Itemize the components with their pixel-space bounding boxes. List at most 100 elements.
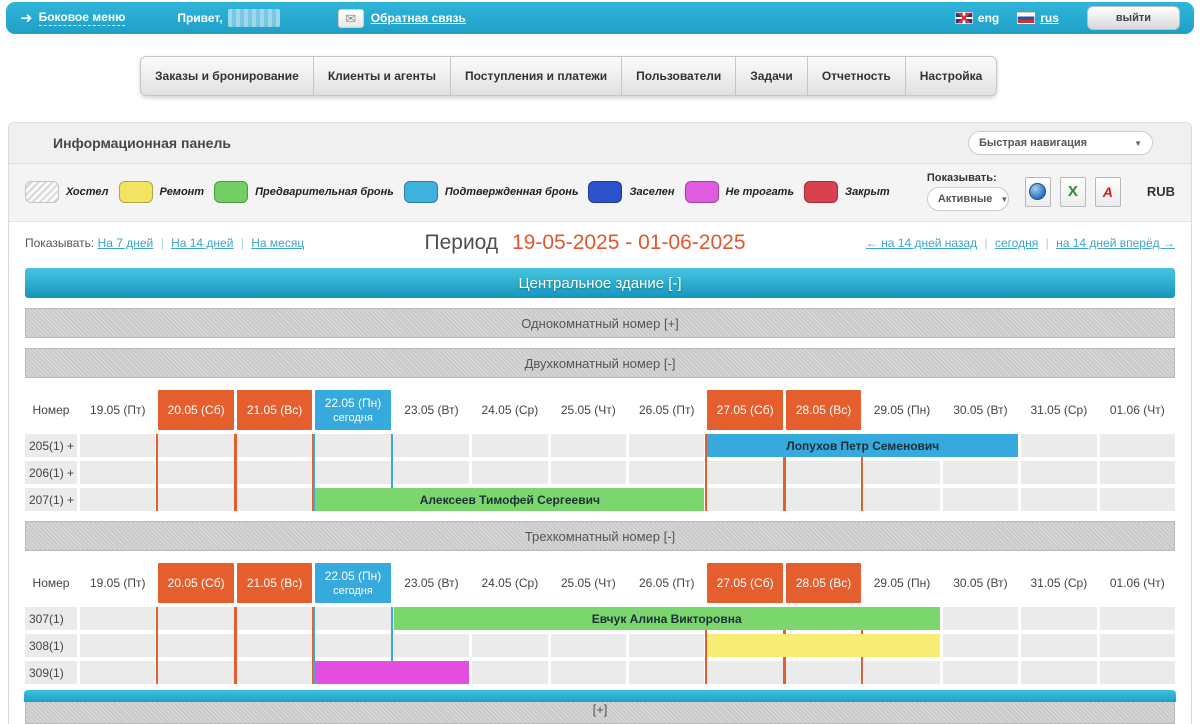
- nav-tab[interactable]: Заказы и бронирование: [140, 56, 314, 96]
- timeline-cell[interactable]: [1100, 488, 1175, 511]
- room-label[interactable]: 309(1): [25, 661, 77, 684]
- timeline-cell[interactable]: [707, 488, 782, 511]
- timeline-cell[interactable]: [472, 661, 547, 684]
- timeline-cell[interactable]: [786, 661, 861, 684]
- timeline-cell[interactable]: [551, 634, 626, 657]
- timeline-cell[interactable]: [629, 661, 704, 684]
- timeline-cell[interactable]: [943, 661, 1018, 684]
- timeline-cell[interactable]: [80, 434, 155, 457]
- room-label[interactable]: 207(1) +: [25, 488, 77, 511]
- room-label[interactable]: 206(1) +: [25, 461, 77, 484]
- nav-tab[interactable]: Пользователи: [622, 56, 736, 96]
- timeline-cell[interactable]: [629, 434, 704, 457]
- timeline-cell[interactable]: [786, 488, 861, 511]
- booking-bar[interactable]: Алексеев Тимофей Сергеевич: [315, 488, 704, 511]
- range-7days-link[interactable]: На 7 дней: [98, 236, 154, 250]
- timeline-cell[interactable]: [943, 461, 1018, 484]
- timeline-cell[interactable]: [864, 461, 939, 484]
- nav-tab[interactable]: Задачи: [736, 56, 808, 96]
- section-single-room[interactable]: Однокомнатный номер [+]: [25, 308, 1175, 338]
- timeline-cell[interactable]: [237, 461, 312, 484]
- timeline-cell[interactable]: [158, 488, 233, 511]
- building-header[interactable]: Центральное здание [-]: [25, 268, 1175, 298]
- feedback-link[interactable]: Обратная связь: [371, 11, 466, 25]
- timeline-cell[interactable]: [629, 634, 704, 657]
- timeline-cell[interactable]: [1100, 661, 1175, 684]
- timeline-cell[interactable]: [943, 607, 1018, 630]
- timeline-cell[interactable]: [1100, 461, 1175, 484]
- timeline-cell[interactable]: [1100, 634, 1175, 657]
- timeline-cell[interactable]: [237, 661, 312, 684]
- room-label[interactable]: 307(1): [25, 607, 77, 630]
- timeline-cell[interactable]: [1021, 634, 1096, 657]
- timeline-cell[interactable]: [864, 661, 939, 684]
- timeline-cell[interactable]: [551, 661, 626, 684]
- timeline-cell[interactable]: [472, 434, 547, 457]
- timeline-cell[interactable]: [158, 434, 233, 457]
- timeline-cell[interactable]: [158, 461, 233, 484]
- nav-tab[interactable]: Настройка: [906, 56, 998, 96]
- timeline-cell[interactable]: [158, 661, 233, 684]
- nav-tab[interactable]: Клиенты и агенты: [314, 56, 451, 96]
- timeline-cell[interactable]: [1021, 461, 1096, 484]
- timeline-cell[interactable]: [394, 634, 469, 657]
- pdf-export-icon[interactable]: A: [1095, 177, 1121, 207]
- lang-eng-label[interactable]: eng: [978, 11, 999, 25]
- nav-forward-link[interactable]: на 14 дней вперёд →: [1056, 236, 1175, 250]
- timeline-cell[interactable]: [786, 461, 861, 484]
- timeline-cell[interactable]: [551, 461, 626, 484]
- envelope-icon[interactable]: ✉: [338, 9, 364, 28]
- nav-tab[interactable]: Поступления и платежи: [451, 56, 622, 96]
- timeline-cell[interactable]: [80, 461, 155, 484]
- timeline-cell[interactable]: [394, 434, 469, 457]
- booking-bar[interactable]: [315, 661, 469, 684]
- ru-flag-icon[interactable]: [1017, 12, 1035, 24]
- range-14days-link[interactable]: На 14 дней: [171, 236, 233, 250]
- timeline-cell[interactable]: [1021, 488, 1096, 511]
- timeline-cell[interactable]: [237, 634, 312, 657]
- timeline-cell[interactable]: [472, 634, 547, 657]
- timeline-cell[interactable]: [472, 461, 547, 484]
- timeline-cell[interactable]: [315, 461, 390, 484]
- timeline-cell[interactable]: [707, 461, 782, 484]
- status-filter-select[interactable]: Активные ▼: [927, 187, 1009, 211]
- timeline-cell[interactable]: [1021, 661, 1096, 684]
- booking-bar[interactable]: Евчук Алина Викторовна: [394, 607, 940, 630]
- timeline-cell[interactable]: [1100, 607, 1175, 630]
- timeline-cell[interactable]: [315, 634, 390, 657]
- range-month-link[interactable]: На месяц: [251, 236, 304, 250]
- timeline-cell[interactable]: [943, 634, 1018, 657]
- quick-nav-select[interactable]: Быстрая навигация ▼: [968, 131, 1153, 155]
- timeline-cell[interactable]: [237, 434, 312, 457]
- timeline-cell[interactable]: [1021, 607, 1096, 630]
- timeline-cell[interactable]: [158, 634, 233, 657]
- section-double-room[interactable]: Двухкомнатный номер [-]: [25, 348, 1175, 378]
- booking-bar[interactable]: [707, 634, 939, 657]
- html-export-icon[interactable]: [1025, 177, 1051, 207]
- nav-tab[interactable]: Отчетность: [808, 56, 906, 96]
- room-label[interactable]: 205(1) +: [25, 434, 77, 457]
- nav-today-link[interactable]: сегодня: [995, 236, 1038, 250]
- timeline-cell[interactable]: [943, 488, 1018, 511]
- uk-flag-icon[interactable]: [955, 12, 973, 24]
- next-building-header-partial[interactable]: [24, 690, 1176, 702]
- timeline-cell[interactable]: [629, 461, 704, 484]
- timeline-cell[interactable]: [80, 607, 155, 630]
- timeline-cell[interactable]: [80, 661, 155, 684]
- nav-back-link[interactable]: ← на 14 дней назад: [866, 236, 977, 250]
- timeline-cell[interactable]: [80, 488, 155, 511]
- excel-export-icon[interactable]: X: [1060, 177, 1086, 207]
- logout-button[interactable]: выйти: [1087, 6, 1180, 30]
- timeline-cell[interactable]: [1021, 434, 1096, 457]
- room-label[interactable]: 308(1): [25, 634, 77, 657]
- lang-rus-link[interactable]: rus: [1040, 11, 1059, 25]
- timeline-cell[interactable]: [394, 461, 469, 484]
- booking-bar[interactable]: Лопухов Петр Семенович: [707, 434, 1018, 457]
- side-menu-link[interactable]: Боковое меню: [39, 10, 126, 26]
- timeline-cell[interactable]: [1100, 434, 1175, 457]
- section-triple-room[interactable]: Трехкомнатный номер [-]: [25, 521, 1175, 551]
- timeline-cell[interactable]: [315, 607, 390, 630]
- timeline-cell[interactable]: [864, 488, 939, 511]
- timeline-cell[interactable]: [551, 434, 626, 457]
- timeline-cell[interactable]: [80, 634, 155, 657]
